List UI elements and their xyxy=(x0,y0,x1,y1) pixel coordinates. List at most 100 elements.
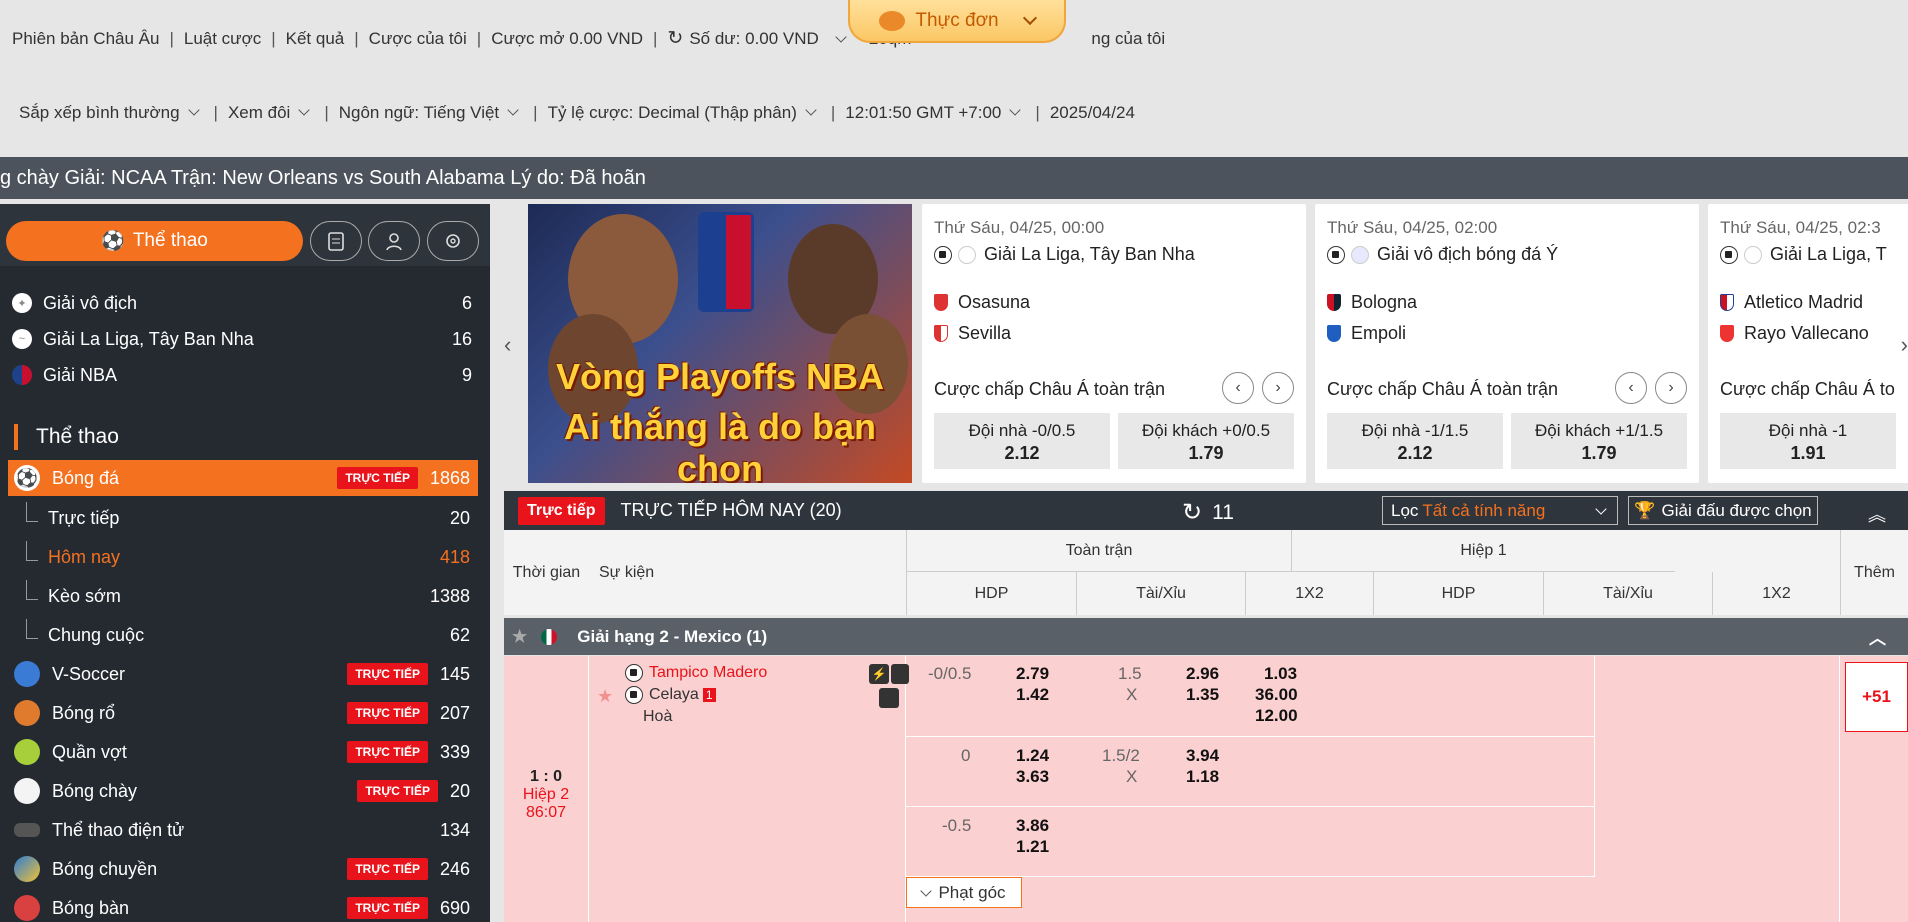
sport-item-esports[interactable]: Thể thao điện tử 134 xyxy=(8,812,478,848)
match-card[interactable]: Thứ Sáu, 04/25, 00:00 Giải La Liga, Tây … xyxy=(922,204,1306,483)
odd-cell[interactable]: 1.03 xyxy=(1264,664,1297,684)
league-item-champions[interactable]: ✦ Giải vô địch 6 xyxy=(12,286,472,320)
market-next-icon[interactable]: › xyxy=(1655,372,1687,404)
live-badge: TRỰC TIẾP xyxy=(337,467,418,489)
collapse-icon[interactable]: ︿ xyxy=(1869,624,1886,649)
soccer-ball-icon: ⚽ xyxy=(14,465,40,491)
laliga-icon xyxy=(958,245,976,264)
top-bar: Phiên bản Châu Âu | Luật cược | Kết quả | C… xyxy=(0,0,1908,157)
odd-cell[interactable]: 36.00 xyxy=(1255,685,1298,705)
odds-button[interactable]: Đội nhà -1/1.5 2.12 xyxy=(1327,413,1503,469)
league-name: Giải vô địch xyxy=(43,292,138,313)
sort-select[interactable]: Sắp xếp bình thường xyxy=(19,103,204,123)
league-name: Giải La Liga, Tây Ban Nha xyxy=(43,328,254,349)
live-today-header: Trực tiếp TRỰC TIẾP HÔM NAY (20) ↻ 11 Lọc… xyxy=(504,491,1908,530)
timezone-select[interactable]: 12:01:50 GMT +7:00 xyxy=(845,103,1025,123)
odd-cell[interactable]: 1.24 xyxy=(1016,746,1049,766)
sport-item-basketball[interactable]: Bóng rổ TRỰC TIẾP 207 xyxy=(8,695,478,731)
odds-format-select[interactable]: Tỷ lệ cược: Decimal (Thập phân) xyxy=(548,103,821,123)
odds-button[interactable]: Đội nhà -0/0.5 2.12 xyxy=(934,413,1110,469)
league-item-laliga[interactable]: ~ Giải La Liga, Tây Ban Nha 16 xyxy=(12,322,472,356)
my-bets-link[interactable]: Cược của tôi xyxy=(369,29,467,49)
market-prev-icon[interactable]: ‹ xyxy=(1615,372,1647,404)
rules-link[interactable]: Luật cược xyxy=(184,29,261,49)
sport-item-tabletennis[interactable]: Bóng bàn TRỰC TIẾP 690 xyxy=(8,890,478,922)
menu-label: Thực đơn xyxy=(915,9,999,31)
carousel-prev-icon[interactable]: ‹ xyxy=(504,332,511,358)
odd-cell[interactable]: 2.96 xyxy=(1186,664,1219,684)
my-account-link[interactable]: ng của tôi xyxy=(1091,29,1165,49)
betslip-icon[interactable] xyxy=(310,221,362,261)
red-card-badge: 1 xyxy=(702,688,716,702)
balance-text: Số dư: 0.00 VND xyxy=(689,28,819,48)
sports-button[interactable]: ⚽ Thể thao xyxy=(6,221,303,261)
settings-row: Sắp xếp bình thường | Xem đôi | Ngôn ngữ: … xyxy=(19,103,1135,123)
odds-button[interactable]: Đội khách +1/1.5 1.79 xyxy=(1511,413,1687,469)
sport-item-volleyball[interactable]: Bóng chuyền TRỰC TIẾP 246 xyxy=(8,851,478,887)
refresh-button[interactable]: ↻ 11 xyxy=(1182,498,1234,527)
odd-cell[interactable]: 1.42 xyxy=(1016,685,1049,705)
odd-cell[interactable]: 1.18 xyxy=(1186,767,1219,787)
balance-dropdown-icon[interactable] xyxy=(835,30,847,43)
odd-cell[interactable]: 3.86 xyxy=(1016,816,1049,836)
odds-button[interactable]: Đội nhà -1 1.91 xyxy=(1720,413,1896,469)
ticker-text: g chày Giải: NCAA Trận: New Orleans vs S… xyxy=(0,167,646,189)
language-select[interactable]: Ngôn ngữ: Tiếng Việt xyxy=(339,103,523,123)
menu-button[interactable]: Thực đơn xyxy=(848,0,1066,43)
sub-item-live[interactable]: Trực tiếp 20 xyxy=(26,500,478,536)
odd-cell[interactable]: 3.94 xyxy=(1186,746,1219,766)
open-bets-link[interactable]: Cược mở 0.00 VND xyxy=(491,29,643,49)
date-text: 2025/04/24 xyxy=(1049,103,1135,122)
match-time: 1 : 0 Hiệp 2 86:07 xyxy=(504,656,589,922)
favorite-star-icon[interactable]: ★ xyxy=(597,686,613,707)
feature-filter-select[interactable]: Lọc Tất cả tính năng xyxy=(1382,496,1618,525)
carousel-next-icon[interactable]: › xyxy=(1901,332,1908,358)
flash-icon[interactable]: ⚡ xyxy=(869,664,889,684)
dragon-icon xyxy=(879,10,906,31)
corners-toggle[interactable]: Phạt góc xyxy=(906,877,1022,908)
sub-item-outright[interactable]: Chung cuộc 62 xyxy=(26,617,478,653)
sport-item-tennis[interactable]: Quần vợt TRỰC TIẾP 339 xyxy=(8,734,478,770)
match-card[interactable]: Thứ Sáu, 04/25, 02:00 Giải vô địch bóng … xyxy=(1315,204,1699,483)
user-icon[interactable] xyxy=(368,221,420,261)
sport-item-baseball[interactable]: Bóng chày TRỰC TIẾP 20 xyxy=(8,773,478,809)
sidebar: ⚽ Thể thao ✦ Giải vô địch 6 ~ Giải La Li… xyxy=(0,204,490,922)
live-tag: Trực tiếp xyxy=(518,496,605,525)
sevilla-crest-icon xyxy=(934,325,948,342)
odd-cell[interactable]: 1.35 xyxy=(1186,685,1219,705)
more-markets-button[interactable]: +51 xyxy=(1845,662,1908,732)
rayo-crest-icon xyxy=(1720,325,1734,342)
soccer-ball-icon xyxy=(1327,245,1345,264)
settings-icon[interactable] xyxy=(427,221,479,261)
league-item-nba[interactable]: Giải NBA 9 xyxy=(12,358,472,392)
collapse-all-icon[interactable]: ︽ xyxy=(1868,501,1886,527)
refresh-balance-icon[interactable]: ↻ xyxy=(667,27,683,50)
odd-cell[interactable]: 1.21 xyxy=(1016,837,1049,857)
announcement-ticker: g chày Giải: NCAA Trận: New Orleans vs S… xyxy=(0,157,1908,199)
sports-button-label: Thể thao xyxy=(132,230,208,251)
market-prev-icon[interactable]: ‹ xyxy=(1222,372,1254,404)
market-next-icon[interactable]: › xyxy=(1262,372,1294,404)
view-select[interactable]: Xem đôi xyxy=(228,103,314,123)
sport-item-football[interactable]: ⚽ Bóng đá TRỰC TIẾP 1868 xyxy=(8,460,478,496)
osasuna-crest-icon xyxy=(934,294,948,311)
nba-playoffs-banner[interactable]: Vòng Playoffs NBA Ai thắng là do bạn chọ… xyxy=(528,204,912,483)
odd-cell[interactable]: 3.63 xyxy=(1016,767,1049,787)
live-tracker-icon[interactable] xyxy=(879,688,899,708)
sub-item-early[interactable]: Kèo sớm 1388 xyxy=(26,578,478,614)
results-link[interactable]: Kết quả xyxy=(286,29,345,49)
star-icon[interactable]: ★ xyxy=(512,627,527,647)
sport-item-vsoccer[interactable]: V-Soccer TRỰC TIẾP 145 xyxy=(8,656,478,692)
odd-cell[interactable]: 12.00 xyxy=(1255,706,1298,726)
selected-leagues-button[interactable]: 🏆 Giải đấu được chọn xyxy=(1628,496,1818,525)
odd-cell[interactable]: 2.79 xyxy=(1016,664,1049,684)
match-card[interactable]: Thứ Sáu, 04/25, 02:3 Giải La Liga, T Atl… xyxy=(1708,204,1908,483)
european-version-link[interactable]: Phiên bản Châu Âu xyxy=(12,29,159,49)
refresh-icon: ↻ xyxy=(1182,499,1203,526)
sport-name: Bóng đá xyxy=(52,467,120,488)
odds-button[interactable]: Đội khách +0/0.5 1.79 xyxy=(1118,413,1294,469)
chevron-down-icon xyxy=(1022,10,1037,25)
sub-item-today[interactable]: Hôm nay 418 xyxy=(26,539,478,575)
soccer-ball-icon: ⚽ xyxy=(101,231,125,252)
league-row[interactable]: ★ Giải hạng 2 - Mexico (1) ︿ xyxy=(504,618,1908,655)
